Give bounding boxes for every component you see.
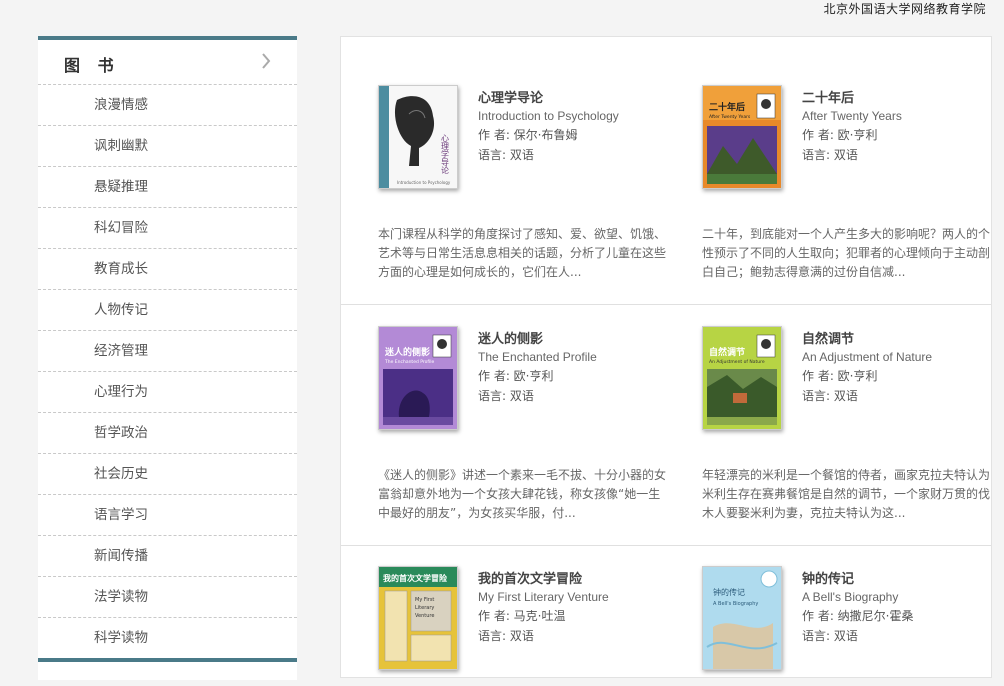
book-meta: 钟的传记 A Bell's Biography 作 者: 纳撒尼尔·霍桑 语言:… — [802, 568, 1002, 647]
book-language: 语言: 双语 — [802, 389, 858, 403]
sidebar-item-philosophy[interactable]: 哲学政治 — [38, 413, 297, 454]
cover-subtitle-text: Introduction to Psychology — [397, 180, 451, 185]
book-author: 作 者: 纳撒尼尔·霍桑 — [802, 609, 914, 623]
cover-subtitle-text: The Enchanted Profile — [384, 359, 434, 365]
book-row: 心理学导论 Introduction to Psychology 心理学导论 I… — [341, 37, 991, 305]
book-english-title: After Twenty Years — [802, 109, 902, 123]
book-title[interactable]: 迷人的侧影 — [478, 328, 678, 347]
book-description: 《迷人的侧影》讲述一个素来一毛不拔、十分小器的女富翁却意外地为一个女孩大肆花钱，… — [378, 468, 667, 520]
book-title[interactable]: 心理学导论 — [478, 87, 678, 106]
sidebar-item-law[interactable]: 法学读物 — [38, 577, 297, 618]
site-brand[interactable]: 北京外国语大学网络教育学院 — [823, 0, 986, 17]
book-author: 作 者: 欧·亨利 — [802, 128, 878, 142]
book-language: 语言: 双语 — [478, 629, 534, 643]
svg-text:Literary: Literary — [415, 605, 434, 611]
sidebar-item-journalism[interactable]: 新闻传播 — [38, 536, 297, 577]
book-cover-enchanted-profile[interactable]: 迷人的侧影 The Enchanted Profile — [378, 326, 458, 430]
book-meta: 心理学导论 Introduction to Psychology 作 者: 保尔… — [478, 87, 678, 166]
book-description: 二十年，到底能对一个人产生多大的影响呢？两人的个性预示了不同的人生取向；犯罪者的… — [702, 227, 991, 279]
cover-subtitle-text: After Twenty Years — [709, 114, 751, 120]
book-author: 作 者: 欧·亨利 — [478, 369, 554, 383]
book-language: 语言: 双语 — [478, 389, 534, 403]
book-author: 作 者: 马克·吐温 — [478, 609, 566, 623]
book-cover-after-twenty-years[interactable]: 二十年后 After Twenty Years — [702, 85, 782, 189]
sidebar-item-biography[interactable]: 人物传记 — [38, 290, 297, 331]
book-english-title: The Enchanted Profile — [478, 350, 597, 364]
book-row: 我的首次文学冒险 My First Literary Venture 我的首次文… — [341, 546, 991, 686]
book-cover-adjustment-of-nature[interactable]: 自然调节 An Adjustment of Nature — [702, 326, 782, 430]
cover-subtitle-text: An Adjustment of Nature — [709, 359, 765, 365]
book-list-panel: 心理学导论 Introduction to Psychology 心理学导论 I… — [340, 36, 992, 678]
book-cover-first-literary-venture[interactable]: 我的首次文学冒险 My First Literary Venture — [378, 566, 458, 670]
chevron-right-icon — [262, 53, 271, 69]
book-language: 语言: 双语 — [802, 148, 858, 162]
sidebar-header[interactable]: 图 书 — [38, 40, 297, 85]
cover-title-text: 心理学导论 — [441, 134, 450, 175]
book-language: 语言: 双语 — [478, 148, 534, 162]
cover-title-text: 自然调节 — [709, 346, 745, 358]
book-row: 迷人的侧影 The Enchanted Profile 迷人的侧影 The En… — [341, 305, 991, 546]
book-cover-bell-biography[interactable]: 钟的传记 A Bell's Biography — [702, 566, 782, 670]
book-meta: 我的首次文学冒险 My First Literary Venture 作 者: … — [478, 568, 678, 647]
book-english-title: A Bell's Biography — [802, 590, 899, 604]
cover-title-text: 钟的传记 — [713, 587, 745, 597]
book-english-title: Introduction to Psychology — [478, 109, 619, 123]
svg-text:Venture: Venture — [415, 613, 434, 619]
book-cover-psychology[interactable]: 心理学导论 Introduction to Psychology — [378, 85, 458, 189]
sidebar-item-psychology[interactable]: 心理行为 — [38, 372, 297, 413]
book-author: 作 者: 保尔·布鲁姆 — [478, 128, 578, 142]
book-language: 语言: 双语 — [802, 629, 858, 643]
book-description: 年轻漂亮的米利是一个餐馆的侍者，画家克拉夫特认为米利生存在赛弗餐馆是自然的调节，… — [702, 468, 991, 520]
book-title[interactable]: 我的首次文学冒险 — [478, 568, 678, 587]
book-title[interactable]: 钟的传记 — [802, 568, 1002, 587]
sidebar-title: 图 书 — [64, 56, 120, 75]
sidebar-item-science[interactable]: 科学读物 — [38, 618, 297, 659]
book-english-title: An Adjustment of Nature — [802, 350, 933, 364]
sidebar-item-mystery[interactable]: 悬疑推理 — [38, 167, 297, 208]
cover-subtitle-text: A Bell's Biography — [713, 601, 758, 607]
sidebar-item-education[interactable]: 教育成长 — [38, 249, 297, 290]
book-meta: 二十年后 After Twenty Years 作 者: 欧·亨利 语言: 双语 — [802, 87, 1002, 166]
sidebar-item-scifi[interactable]: 科幻冒险 — [38, 208, 297, 249]
cover-title-text: 我的首次文学冒险 — [383, 573, 448, 583]
sidebar-item-humor[interactable]: 讽刺幽默 — [38, 126, 297, 167]
sidebar-item-language[interactable]: 语言学习 — [38, 495, 297, 536]
book-author: 作 者: 欧·亨利 — [802, 369, 878, 383]
sidebar-bottom-bar — [38, 658, 297, 662]
book-title[interactable]: 自然调节 — [802, 328, 1002, 347]
category-sidebar: 图 书 浪漫情感 讽刺幽默 悬疑推理 科幻冒险 教育成长 人物传记 经济管理 心… — [38, 36, 297, 680]
sidebar-item-romance[interactable]: 浪漫情感 — [38, 85, 297, 126]
book-title[interactable]: 二十年后 — [802, 87, 1002, 106]
sidebar-item-economics[interactable]: 经济管理 — [38, 331, 297, 372]
sidebar-item-history[interactable]: 社会历史 — [38, 454, 297, 495]
cover-subtitle-text: My First — [415, 597, 434, 603]
book-english-title: My First Literary Venture — [478, 590, 609, 604]
book-meta: 自然调节 An Adjustment of Nature 作 者: 欧·亨利 语… — [802, 328, 1002, 407]
book-meta: 迷人的侧影 The Enchanted Profile 作 者: 欧·亨利 语言… — [478, 328, 678, 407]
cover-title-text: 迷人的侧影 — [384, 346, 430, 358]
cover-title-text: 二十年后 — [709, 101, 745, 113]
book-description: 本门课程从科学的角度探讨了感知、爱、欲望、饥饿、艺术等与日常生活息息相关的话题，… — [378, 227, 667, 279]
